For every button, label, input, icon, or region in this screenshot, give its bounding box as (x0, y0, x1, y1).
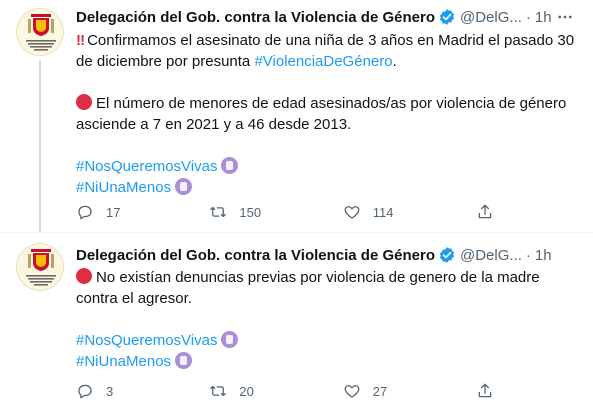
reply-icon (78, 384, 92, 399)
avatar[interactable] (16, 8, 64, 56)
author-name[interactable]: Delegación del Gob. contra la Violencia … (76, 247, 435, 264)
like-button[interactable]: 27 (343, 382, 476, 400)
hashtag-link[interactable]: #NiUnaMenos (76, 179, 171, 196)
reply-icon (78, 205, 92, 220)
tweet-text: ‼ Confirmamos el asesinato de una niña de… (76, 30, 576, 198)
retweet-icon (210, 385, 227, 397)
share-button[interactable] (476, 382, 516, 400)
thread-line (39, 60, 41, 232)
like-count: 114 (372, 204, 394, 220)
hashtag-link[interactable]: #ViolenciaDeGénero (254, 53, 392, 70)
tweet-2[interactable]: Delegación del Gob. contra la Violencia … (0, 232, 593, 411)
share-icon (478, 383, 492, 398)
tweet-actions: 17 150 114 (76, 202, 516, 222)
retweet-button[interactable]: 150 (209, 203, 342, 221)
tweet-1[interactable]: Delegación del Gob. contra la Violencia … (0, 0, 593, 232)
verified-badge-icon (439, 247, 455, 263)
tweet-paragraph: No existían denuncias previas por violen… (76, 267, 576, 309)
coat-of-arms-icon (17, 244, 63, 290)
tweet-paragraph: ‼ Confirmamos el asesinato de una niña de… (76, 30, 576, 72)
coat-of-arms-icon (17, 9, 63, 55)
raised-fist-icon (175, 352, 193, 369)
tweet-header: Delegación del Gob. contra la Violencia … (76, 245, 552, 265)
hashtag-line: #NosQueremosVivas (76, 330, 576, 351)
retweet-count: 150 (239, 204, 262, 220)
reply-button[interactable]: 3 (76, 382, 209, 400)
tweet-text-segment: . (392, 53, 397, 70)
tweet-text-segment: El número de menores de edad asesinados/… (76, 95, 567, 133)
reply-count: 3 (106, 383, 114, 399)
separator-dot: · (525, 246, 531, 264)
author-handle[interactable]: @DelG... (460, 247, 522, 264)
timestamp[interactable]: 1h (535, 9, 552, 26)
reply-count: 17 (106, 204, 121, 220)
hashtag-line: #NiUnaMenos (76, 177, 576, 198)
tweet-text-segment: No existían denuncias previas por violen… (76, 269, 540, 307)
raised-fist-icon (221, 331, 239, 348)
tweet-header: Delegación del Gob. contra la Violencia … (76, 7, 552, 27)
hashtag-link[interactable]: #NosQueremosVivas (76, 158, 217, 175)
like-button[interactable]: 114 (343, 203, 476, 221)
hashtag-line: #NiUnaMenos (76, 351, 576, 372)
share-icon (478, 204, 492, 219)
avatar[interactable] (16, 243, 64, 291)
separator-dot: · (525, 8, 531, 26)
retweet-button[interactable]: 20 (209, 382, 342, 400)
double-exclamation-icon: ‼ (76, 32, 85, 49)
tweet-paragraph: El número de menores de edad asesinados/… (76, 93, 576, 135)
retweet-icon (210, 206, 227, 218)
share-button[interactable] (476, 203, 516, 221)
raised-fist-icon (175, 178, 193, 195)
red-circle-icon (76, 268, 92, 284)
heart-icon (344, 206, 360, 219)
verified-badge-icon (439, 9, 455, 25)
red-circle-icon (76, 94, 92, 110)
more-icon[interactable] (553, 7, 577, 27)
reply-button[interactable]: 17 (76, 203, 209, 221)
heart-icon (344, 385, 360, 398)
author-handle[interactable]: @DelG... (460, 9, 522, 26)
raised-fist-icon (221, 157, 239, 174)
hashtag-link[interactable]: #NiUnaMenos (76, 353, 171, 370)
hashtag-link[interactable]: #NosQueremosVivas (76, 332, 217, 349)
tweet-text: No existían denuncias previas por violen… (76, 267, 576, 372)
retweet-count: 20 (239, 383, 254, 399)
like-count: 27 (372, 383, 388, 399)
tweet-actions: 3 20 27 (76, 381, 516, 401)
hashtag-line: #NosQueremosVivas (76, 156, 576, 177)
author-name[interactable]: Delegación del Gob. contra la Violencia … (76, 9, 435, 26)
timestamp[interactable]: 1h (535, 247, 552, 264)
